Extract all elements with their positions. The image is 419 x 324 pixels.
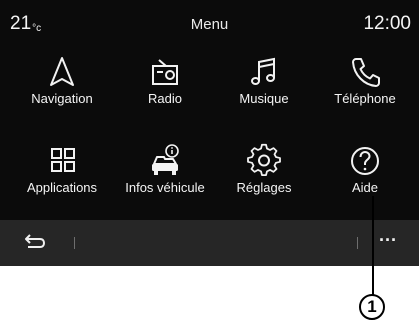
clock: 12:00 [363,13,411,34]
menu-item-label: Aide [351,180,379,195]
page-title: Menu [190,16,229,33]
music-note-icon [245,53,283,91]
vehicle-info-icon [146,142,184,180]
callout-number: 1 [359,294,385,320]
menu-item-label: Réglages [236,180,292,195]
apps-grid-icon [43,142,81,180]
gear-icon [245,142,283,180]
callout-leader-line [372,196,374,296]
menu-item-applications[interactable]: Applications [10,138,114,218]
infotainment-screen: 21°c Menu 12:00 Navigation Radio Musique… [0,0,419,266]
menu-item-aide[interactable]: Aide [313,138,417,218]
menu-item-navigation[interactable]: Navigation [10,49,114,129]
menu-item-label: Applications [26,180,98,195]
status-bar: 21°c Menu 12:00 [0,0,419,44]
navigation-arrow-icon [43,53,81,91]
menu-item-radio[interactable]: Radio [113,49,217,129]
menu-item-label: Navigation [31,91,93,106]
menu-item-reglages[interactable]: Réglages [212,138,316,218]
phone-icon [346,53,384,91]
separator [357,237,358,249]
menu-item-musique[interactable]: Musique [212,49,316,129]
radio-icon [146,53,184,91]
help-question-icon [346,142,384,180]
back-button[interactable] [18,229,50,257]
more-options-button[interactable]: ··· [372,229,404,257]
separator [74,237,75,249]
menu-item-label: Musique [239,91,289,106]
menu-item-infos-vehicule[interactable]: Infos véhicule [113,138,217,218]
menu-item-telephone[interactable]: Téléphone [313,49,417,129]
back-arrow-icon [18,229,50,257]
bottom-bar: ··· [0,220,419,266]
menu-item-label: Téléphone [334,91,396,106]
